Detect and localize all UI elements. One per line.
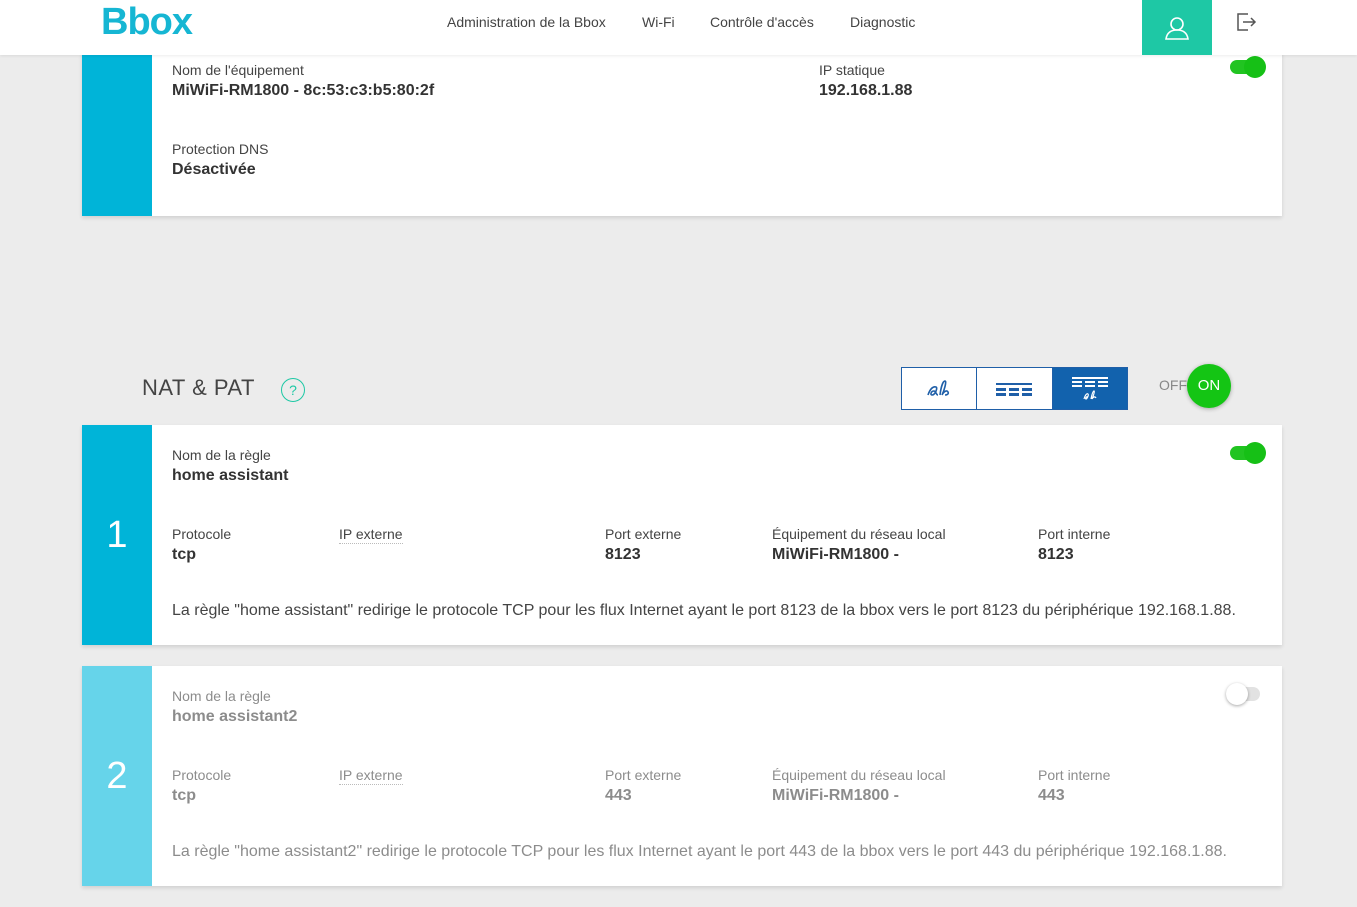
rule-name-field: Nom de la règle home assistant [172, 446, 288, 487]
protocol-field: Protocole tcp [172, 525, 231, 566]
logout-button[interactable] [1230, 6, 1262, 38]
dns-field: Protection DNS Désactivée [172, 140, 268, 181]
device-name-value: MiWiFi-RM1800 - 8c:53:c3:b5:80:2f [172, 82, 435, 99]
device-card: Nom de l'équipement MiWiFi-RM1800 - 8c:5… [82, 40, 1282, 216]
rule-index: 2 [82, 666, 152, 886]
rule-name-field: Nom de la règle home assistant2 [172, 687, 297, 728]
rule-name-value: home assistant [172, 467, 289, 484]
help-icon[interactable]: ? [281, 378, 305, 402]
external-ip-label: IP externe [339, 526, 403, 544]
nav-administration[interactable]: Administration de la Bbox [447, 14, 606, 30]
external-ip-field: IP externe [339, 766, 403, 785]
rule-name-label: Nom de la règle [172, 688, 271, 704]
view-compact-button[interactable] [902, 368, 978, 409]
user-icon [1165, 16, 1189, 40]
external-port-field: Port externe 443 [605, 766, 681, 807]
view-detailed-icon [1071, 376, 1108, 400]
protocol-label: Protocole [172, 767, 232, 783]
internal-port-field: Port interne 443 [1038, 766, 1110, 807]
nat-rule-card: 1 Nom de la règle home assistant Protoco… [82, 425, 1282, 645]
toggle-knob [1244, 56, 1266, 78]
external-port-value: 8123 [605, 546, 641, 563]
internal-port-label: Port interne [1038, 526, 1111, 542]
rule-description: La règle "home assistant2" redirige le p… [172, 843, 1227, 860]
local-device-value: MiWiFi-RM1800 - [772, 787, 899, 804]
device-enable-toggle[interactable] [1230, 56, 1266, 78]
dns-value: Désactivée [172, 161, 256, 178]
local-device-value: MiWiFi-RM1800 - [772, 546, 899, 563]
static-ip-label: IP statique [819, 62, 885, 78]
nat-master-toggle[interactable]: OFF ON [1150, 364, 1234, 408]
master-toggle-off-label: OFF [1159, 377, 1187, 393]
internal-port-field: Port interne 8123 [1038, 525, 1110, 566]
internal-port-value: 8123 [1038, 546, 1074, 563]
internal-port-label: Port interne [1038, 767, 1111, 783]
toggle-knob [1244, 442, 1266, 464]
nat-rule-card: 2 Nom de la règle home assistant2 Protoc… [82, 666, 1282, 886]
bbox-logo[interactable]: Bbox [101, 0, 193, 44]
protocol-value: tcp [172, 546, 196, 563]
view-compact-icon [927, 379, 950, 396]
external-ip-label: IP externe [339, 767, 403, 785]
nav-access-control[interactable]: Contrôle d'accès [710, 14, 814, 30]
toggle-knob [1226, 683, 1248, 705]
device-name-label: Nom de l'équipement [172, 62, 304, 78]
nav-wifi[interactable]: Wi-Fi [642, 14, 675, 30]
dns-label: Protection DNS [172, 141, 269, 157]
external-port-label: Port externe [605, 526, 682, 542]
rule-enable-toggle[interactable] [1226, 683, 1262, 705]
protocol-value: tcp [172, 787, 196, 804]
protocol-label: Protocole [172, 526, 232, 542]
rule-index: 1 [82, 425, 152, 645]
user-button[interactable] [1142, 0, 1212, 55]
rule-name-value: home assistant2 [172, 708, 298, 725]
local-device-field: Équipement du réseau local MiWiFi-RM1800… [772, 525, 946, 566]
rule-description: La règle "home assistant" redirige le pr… [172, 602, 1236, 619]
device-card-stripe [82, 40, 152, 216]
view-list-icon [996, 382, 1033, 396]
protocol-field: Protocole tcp [172, 766, 231, 807]
view-list-button[interactable] [977, 368, 1053, 409]
internal-port-value: 443 [1038, 787, 1065, 804]
top-header: Bbox Administration de la Bbox Wi-Fi Con… [0, 0, 1357, 55]
rule-name-label: Nom de la règle [172, 447, 271, 463]
external-port-field: Port externe 8123 [605, 525, 681, 566]
view-switch [901, 367, 1128, 410]
device-name-field: Nom de l'équipement MiWiFi-RM1800 - 8c:5… [172, 61, 434, 102]
external-port-label: Port externe [605, 767, 682, 783]
nav-diagnostic[interactable]: Diagnostic [850, 14, 915, 30]
logout-icon [1237, 13, 1257, 31]
static-ip-value: 192.168.1.88 [819, 82, 913, 99]
static-ip-field: IP statique 192.168.1.88 [819, 61, 912, 102]
local-device-field: Équipement du réseau local MiWiFi-RM1800… [772, 766, 946, 807]
external-port-value: 443 [605, 787, 632, 804]
master-toggle-knob: ON [1187, 364, 1231, 408]
rule-enable-toggle[interactable] [1230, 442, 1266, 464]
view-detailed-button[interactable] [1052, 368, 1127, 409]
local-device-label: Équipement du réseau local [772, 526, 946, 542]
section-title: NAT & PAT [142, 375, 255, 400]
local-device-label: Équipement du réseau local [772, 767, 946, 783]
external-ip-field: IP externe [339, 525, 403, 544]
